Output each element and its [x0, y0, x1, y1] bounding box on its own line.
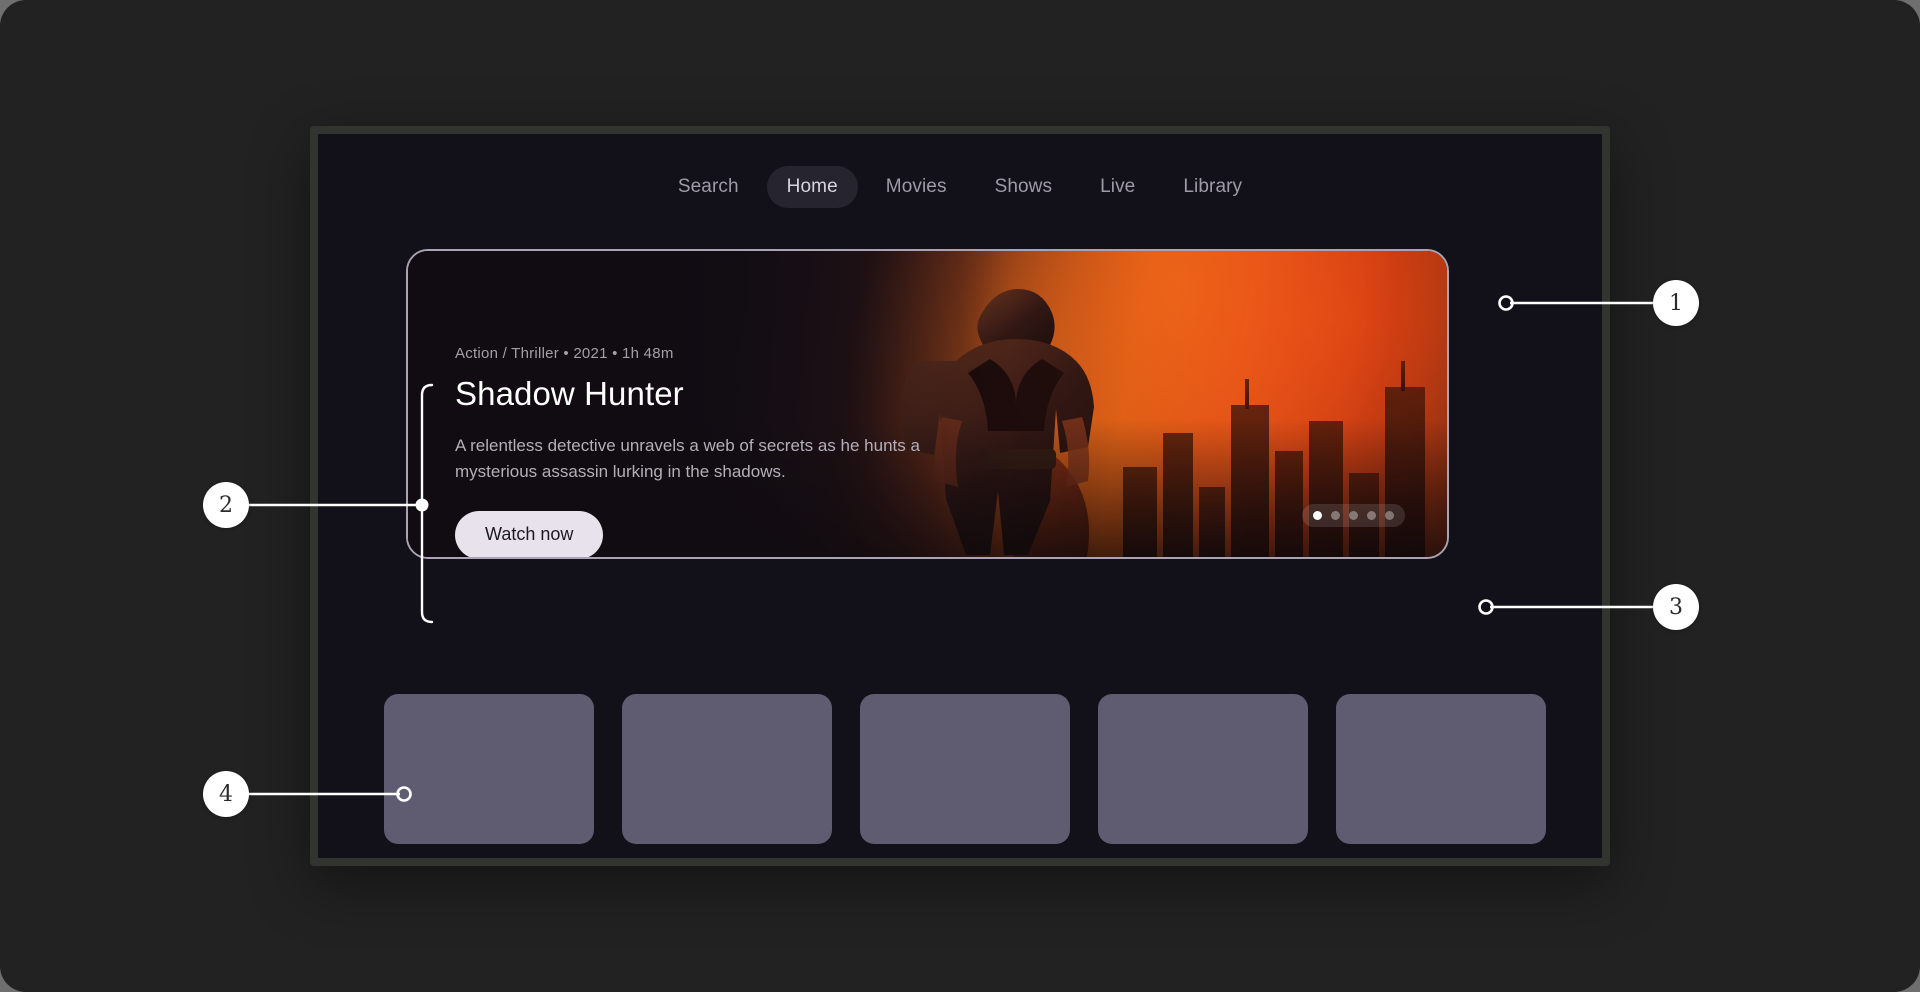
rail-card-1[interactable] — [384, 694, 594, 844]
nav-item-search[interactable]: Search — [658, 166, 759, 208]
nav-item-shows[interactable]: Shows — [975, 166, 1073, 208]
nav-item-home[interactable]: Home — [766, 166, 858, 208]
pagination-dot-3[interactable] — [1349, 511, 1358, 520]
page-root: Search Home Movies Shows Live Library Ac… — [0, 0, 1920, 992]
callout-badge-4[interactable]: 4 — [203, 771, 249, 817]
pagination-dot-1[interactable] — [1313, 511, 1322, 520]
callout-badge-1[interactable]: 1 — [1653, 280, 1699, 326]
nav-item-library[interactable]: Library — [1163, 166, 1262, 208]
tv-screen: Search Home Movies Shows Live Library Ac… — [318, 134, 1602, 858]
hero-description: A relentless detective unravels a web of… — [455, 436, 920, 482]
top-navigation-bar: Search Home Movies Shows Live Library — [318, 166, 1602, 208]
watch-now-button[interactable]: Watch now — [455, 510, 604, 557]
hero-text-block: Action / Thriller • 2021 • 1h 48m Shadow… — [455, 345, 985, 557]
carousel-pagination-dots[interactable] — [1302, 504, 1405, 527]
rail-card-5[interactable] — [1336, 694, 1546, 844]
tv-device-frame: Search Home Movies Shows Live Library Ac… — [310, 126, 1610, 866]
rail-card-2[interactable] — [622, 694, 832, 844]
pagination-dot-4[interactable] — [1367, 511, 1376, 520]
hero-banner[interactable]: Action / Thriller • 2021 • 1h 48m Shadow… — [406, 249, 1449, 559]
pagination-dot-2[interactable] — [1331, 511, 1340, 520]
hero-meta-line: Action / Thriller • 2021 • 1h 48m — [455, 345, 674, 362]
rail-card-3[interactable] — [860, 694, 1070, 844]
content-card-rail — [384, 694, 1546, 844]
pagination-dot-5[interactable] — [1385, 511, 1394, 520]
nav-item-live[interactable]: Live — [1080, 166, 1155, 208]
hero-title: Shadow Hunter — [455, 375, 684, 412]
rail-card-4[interactable] — [1098, 694, 1308, 844]
nav-item-movies[interactable]: Movies — [866, 166, 967, 208]
callout-badge-3[interactable]: 3 — [1653, 584, 1699, 630]
callout-badge-2[interactable]: 2 — [203, 482, 249, 528]
